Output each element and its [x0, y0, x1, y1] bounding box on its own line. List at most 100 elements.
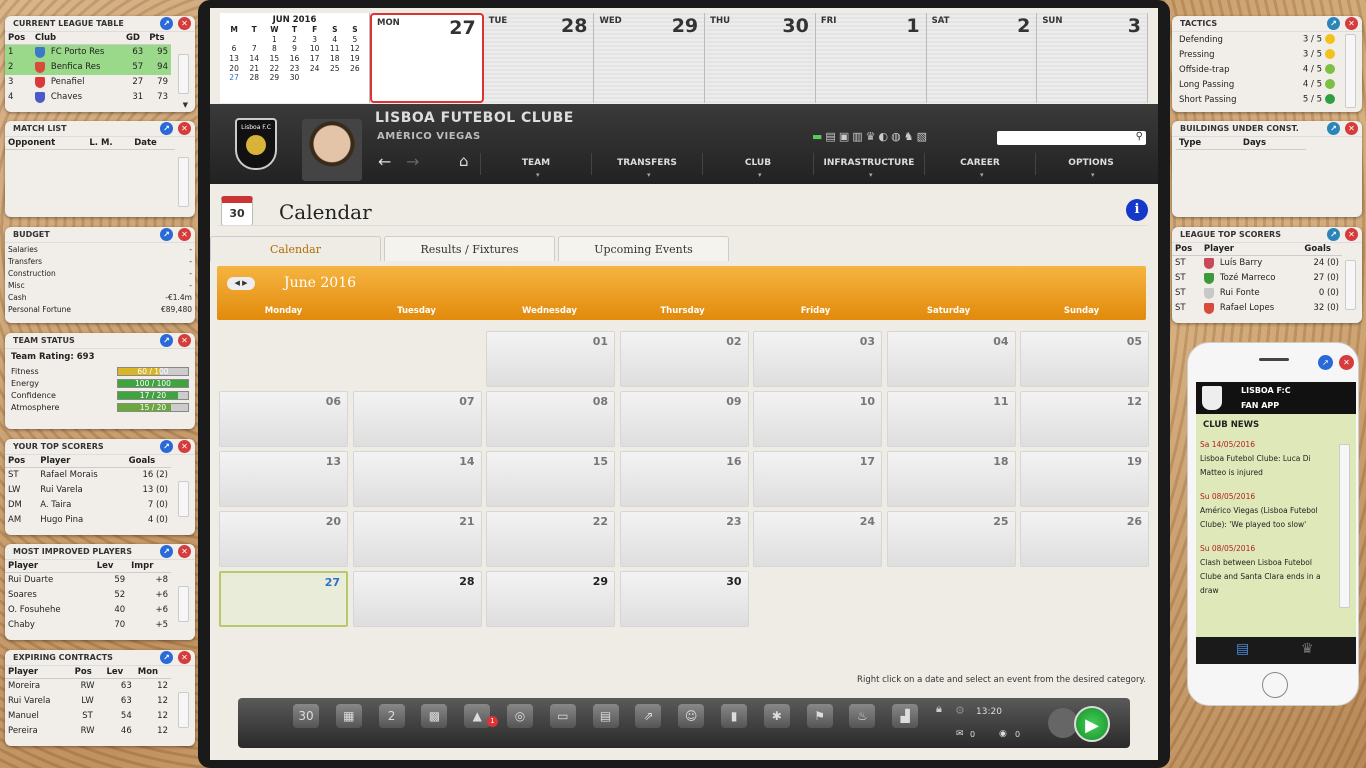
mini-calendar[interactable]: JUN 2016 M T W T F S S 1 2 3 4 5 6 7 8 9 10 11 12 13 14 15 16 1…	[220, 13, 370, 103]
news-item[interactable]: Sa 14/05/2016 Lisboa Futebol Clube: Luca …	[1200, 438, 1335, 480]
tactic-row[interactable]: Defending 3 / 5	[1176, 32, 1338, 47]
calendar-dock-icon[interactable]: 30	[293, 704, 319, 728]
table-row[interactable]: Rui Varela LW 63 12	[5, 694, 171, 709]
mini-day[interactable]: 17	[305, 54, 325, 64]
calendar-day-cell[interactable]: 09	[619, 391, 749, 447]
mini-day[interactable]: 30	[284, 73, 304, 83]
column-header[interactable]: Pos	[1172, 243, 1201, 256]
fans-icon[interactable]: ♨	[849, 704, 876, 728]
table-row[interactable]: Pereira RW 46 12	[5, 724, 171, 739]
table-row[interactable]: LW Rui Varela 13 (0)	[5, 483, 171, 498]
expand-icon[interactable]: ↗	[1327, 17, 1340, 30]
scrollbar[interactable]	[178, 692, 189, 728]
calendar-day-cell[interactable]: 16	[619, 451, 749, 507]
column-header[interactable]: Opponent	[5, 137, 87, 150]
column-header[interactable]: Pos	[71, 666, 104, 679]
mini-day[interactable]: 25	[325, 63, 345, 73]
table-row[interactable]: Manuel ST 54 12	[5, 709, 171, 724]
column-header[interactable]: Pos	[5, 32, 32, 45]
nav-options[interactable]: OPTIONS	[1035, 153, 1146, 185]
tactic-row[interactable]: Offside-trap 4 / 5	[1176, 62, 1338, 77]
scroll-down-icon[interactable]: ▼	[183, 101, 188, 109]
mini-day[interactable]: 29	[264, 73, 284, 83]
mini-day[interactable]: 12	[345, 44, 365, 54]
calendar-day-cell[interactable]: 05	[1020, 331, 1149, 387]
table-row[interactable]: ST Rui Fonte 0 (0)	[1172, 286, 1342, 301]
column-header[interactable]: L. M.	[86, 137, 132, 150]
mini-day[interactable]: 1	[264, 35, 284, 45]
table-row[interactable]: 4 Chaves 31 73	[5, 90, 171, 105]
money-icon[interactable]: ▬	[812, 130, 825, 143]
month-nav-buttons[interactable]: ◀ ▶	[227, 277, 255, 290]
search-input[interactable]: ⚲	[997, 131, 1146, 145]
screen-icon[interactable]: ▣	[839, 130, 852, 143]
tactic-row[interactable]: Short Passing 5 / 5	[1176, 92, 1338, 107]
week-day-sat[interactable]: SAT 2	[926, 13, 1038, 103]
column-header[interactable]: Date	[131, 137, 175, 150]
phone-expand-icon[interactable]: ↗	[1318, 355, 1333, 370]
mini-day[interactable]: 24	[305, 63, 325, 73]
table-row[interactable]: 1 FC Porto Res 63 95	[5, 44, 171, 60]
mini-day[interactable]: 21	[244, 63, 264, 73]
tactics-board-icon[interactable]: ✱	[763, 704, 790, 728]
calendar-day-cell[interactable]: 25	[886, 511, 1016, 567]
scrollbar[interactable]	[178, 157, 189, 207]
staff-icon[interactable]: ☺	[678, 704, 705, 728]
mini-day[interactable]	[244, 35, 264, 45]
column-header[interactable]: Mon	[134, 666, 171, 679]
stats-icon[interactable]: ▥	[852, 130, 865, 143]
mini-day[interactable]: 18	[325, 54, 345, 64]
column-header[interactable]: Lev	[93, 560, 129, 573]
calendar-day-cell[interactable]: 19	[1020, 451, 1149, 507]
tab-results-fixtures[interactable]: Results / Fixtures	[384, 236, 555, 261]
mini-day[interactable]	[224, 35, 244, 45]
home-icon[interactable]: ⌂	[459, 152, 469, 170]
expand-icon[interactable]: ↗	[1327, 122, 1340, 135]
table-row[interactable]: Rui Duarte 59 +8	[5, 573, 171, 588]
column-header[interactable]: Pts	[146, 32, 171, 45]
scrollbar[interactable]	[178, 54, 189, 94]
table-row[interactable]: Chaby 70 +5	[5, 618, 171, 633]
continue-play-button[interactable]: ▶	[1074, 706, 1110, 742]
column-header[interactable]: Pos	[5, 455, 38, 468]
expand-icon[interactable]: ↗	[1327, 228, 1340, 241]
calendar-day-cell[interactable]: 21	[352, 511, 482, 567]
column-header[interactable]: Type	[1176, 137, 1240, 150]
info-button[interactable]: i	[1126, 199, 1148, 221]
calendar-day-cell[interactable]: 02	[619, 331, 749, 387]
week-day-tue[interactable]: TUE 28	[483, 13, 595, 103]
calendar-day-cell[interactable]: 11	[886, 391, 1016, 447]
mini-day[interactable]	[345, 73, 365, 83]
column-header[interactable]: Player	[5, 560, 94, 573]
table-row[interactable]: ST Tozé Marreco 27 (0)	[1172, 271, 1342, 286]
table-row[interactable]: ST Rafael Lopes 32 (0)	[1172, 301, 1342, 316]
week-day-mon[interactable]: MON 27	[370, 13, 484, 103]
calendar-day-cell[interactable]: 15	[486, 451, 615, 507]
trophy-icon[interactable]: ♛	[866, 130, 879, 143]
refresh-icon[interactable]: ◐	[879, 130, 892, 143]
transfer-arrow-icon[interactable]: ⇗	[635, 704, 662, 728]
nav-transfers[interactable]: TRANSFERS	[591, 153, 702, 185]
tactic-row[interactable]: Pressing 3 / 5	[1176, 47, 1338, 62]
trophy-tab-icon[interactable]: ♛	[1301, 641, 1314, 657]
column-header[interactable]: Lev	[103, 666, 135, 679]
mini-day[interactable]: 13	[224, 54, 244, 64]
stats-chart-icon[interactable]: ▟	[892, 704, 919, 728]
calendar-day-cell[interactable]: 28	[352, 571, 482, 627]
mini-day[interactable]: 26	[345, 63, 365, 73]
news-icon[interactable]: ▤	[825, 130, 838, 143]
mini-day[interactable]: 22	[264, 63, 284, 73]
calendar-day-cell[interactable]: 22	[486, 511, 615, 567]
close-icon[interactable]: ✕	[178, 651, 191, 664]
scouting-icon[interactable]: ▭	[549, 704, 576, 728]
close-icon[interactable]: ✕	[178, 440, 191, 453]
nav-club[interactable]: CLUB	[702, 153, 813, 185]
close-icon[interactable]: ✕	[178, 334, 191, 347]
column-header[interactable]: Player	[37, 455, 126, 468]
message-icon[interactable]: ◉	[999, 729, 1007, 739]
report-icon[interactable]: ▧	[917, 130, 930, 143]
tactic-row[interactable]: Long Passing 4 / 5	[1176, 77, 1338, 92]
calendar-day-cell[interactable]: 12	[1020, 391, 1149, 447]
mini-day[interactable]: 4	[325, 35, 345, 45]
mail-icon[interactable]: ✉	[956, 729, 964, 739]
